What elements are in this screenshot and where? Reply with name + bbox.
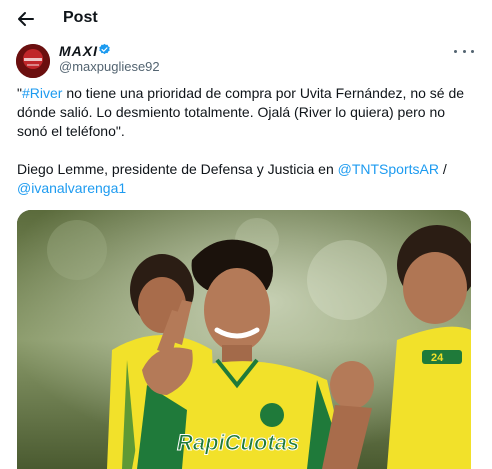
jersey-number: 24 [431,352,444,364]
dot-icon [471,49,474,53]
tweet-photo[interactable]: 24 RapiCuotas [17,210,471,469]
back-button[interactable] [14,8,38,30]
avatar-image [16,44,50,78]
dot-icon [454,49,457,53]
jersey-sponsor: RapiCuotas [177,430,299,455]
attribution-text: Diego Lemme, presidente de Defensa y Jus… [17,161,338,177]
mention-link[interactable]: @TNTSportsAR [338,161,439,177]
hashtag-link[interactable]: #River [22,85,62,101]
arrow-left-icon [18,12,34,26]
tweet-paragraph-quote: "#River no tiene una prioridad de compra… [17,84,472,141]
tweet-text: "#River no tiene una prioridad de compra… [17,84,472,198]
page-title: Post [63,9,98,26]
dot-icon [462,49,466,53]
quote-text: no tiene una prioridad de compra por Uvi… [17,85,465,139]
more-options-button[interactable] [454,44,474,58]
avatar[interactable] [16,44,50,78]
photo-illustration: 24 RapiCuotas [17,210,471,469]
top-bar: Post [0,0,492,38]
separator-text: / [438,161,447,177]
tweet-paragraph-attribution: Diego Lemme, presidente de Defensa y Jus… [17,160,472,198]
author-handle[interactable]: @maxpugliese92 [59,59,160,74]
verified-badge-icon [99,43,110,55]
mention-link[interactable]: @ivanalvarenga1 [17,180,126,196]
author-display-name[interactable]: MAXI [59,43,98,59]
